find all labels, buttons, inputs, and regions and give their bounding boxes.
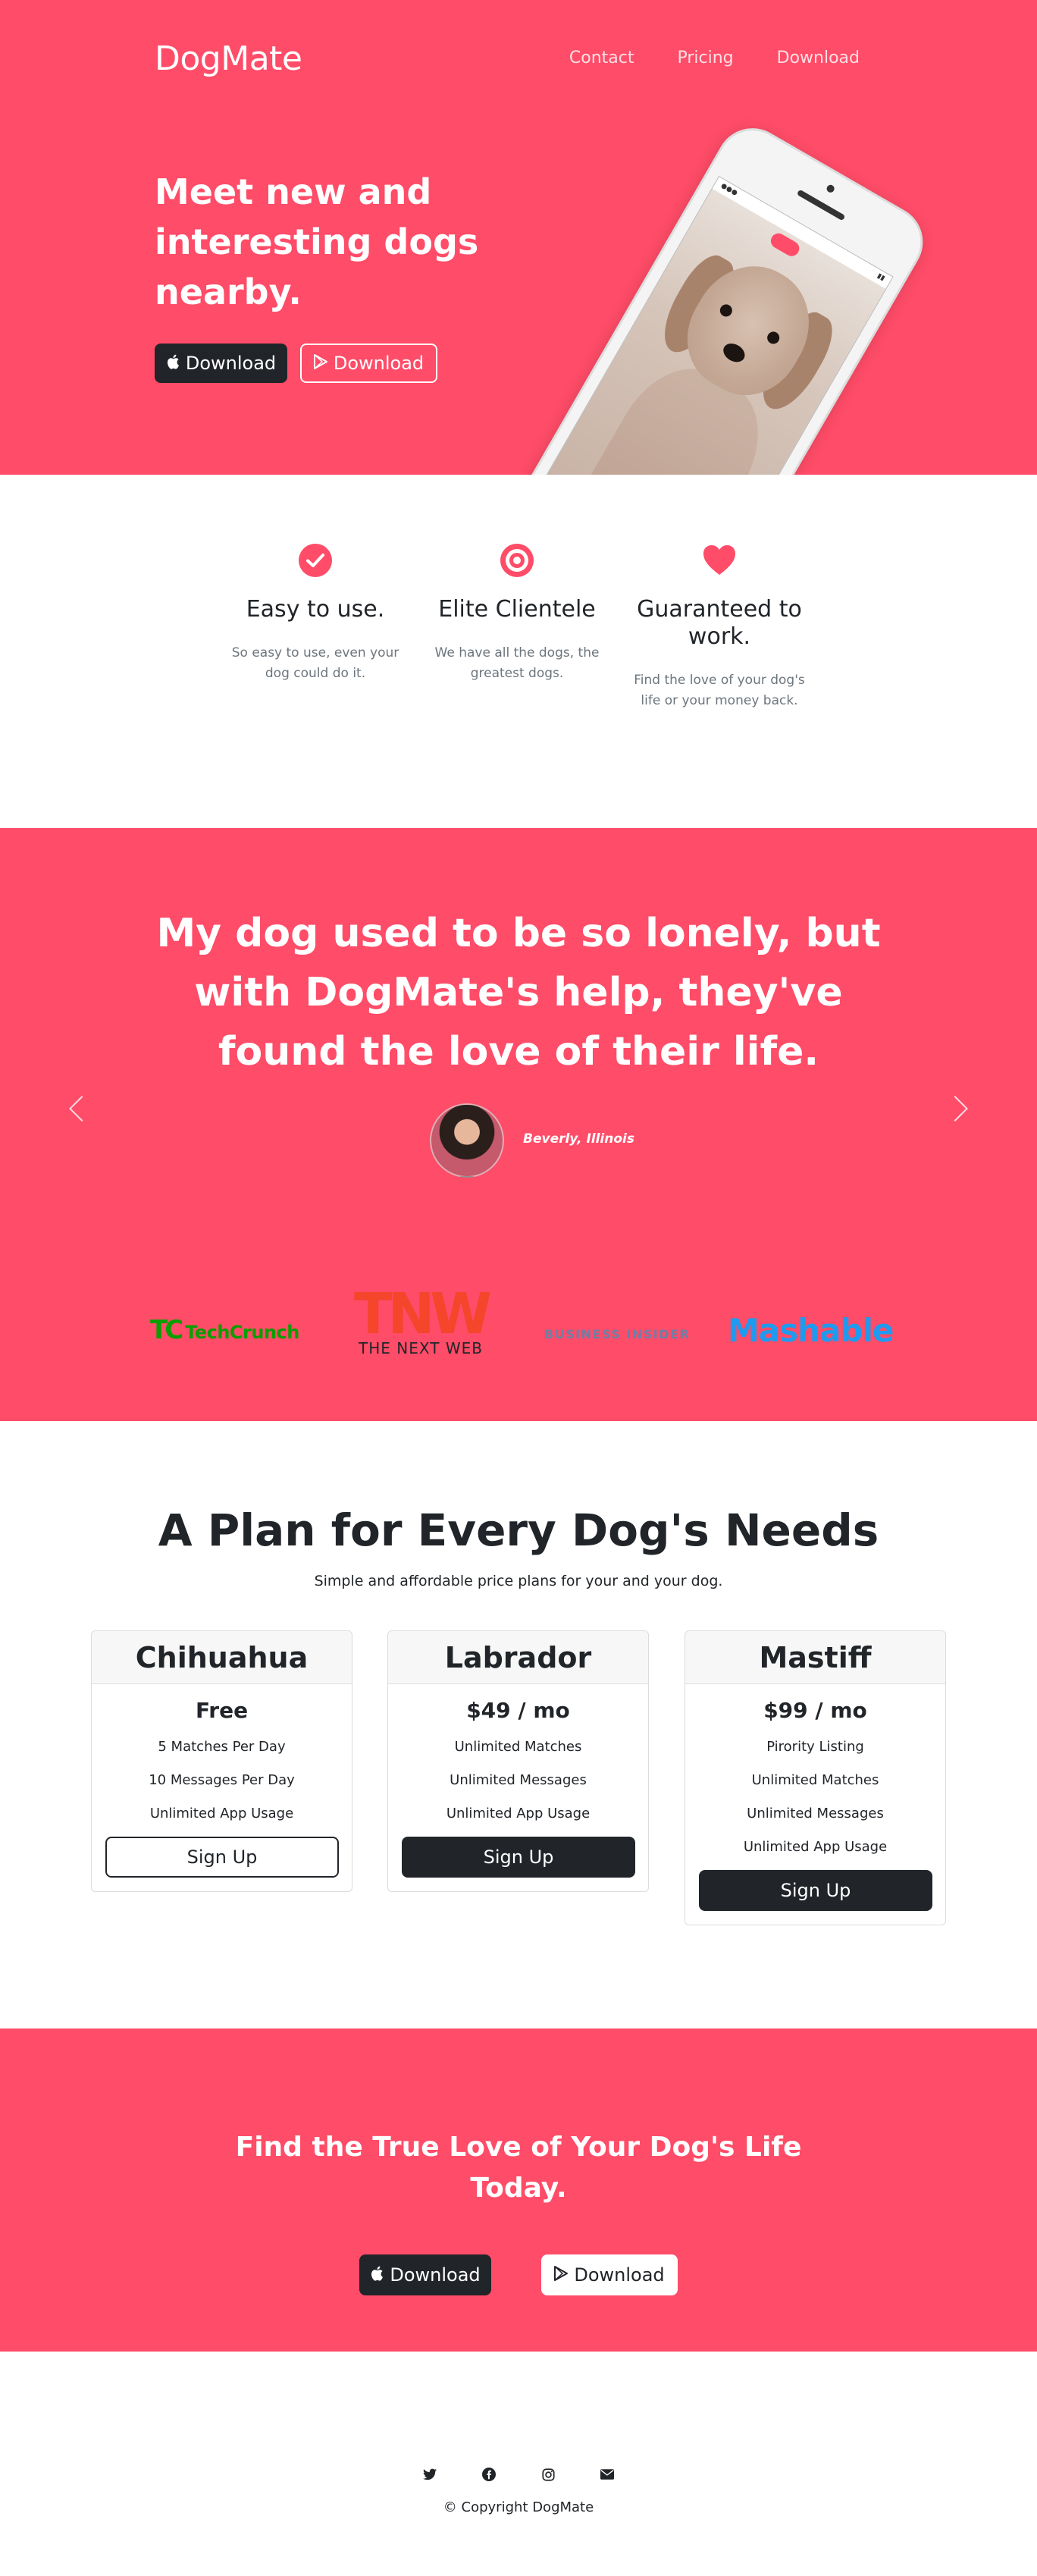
envelope-icon[interactable] <box>600 2467 615 2482</box>
phone-mockup-image: ●●● ▮▮ <box>504 115 936 475</box>
pricing-subtitle: Simple and affordable price plans for yo… <box>314 1573 723 1589</box>
social-links <box>0 2467 1037 2482</box>
plan-price: Free <box>195 1698 249 1723</box>
play-store-icon <box>554 2265 569 2285</box>
plan-price: $99 / mo <box>763 1698 867 1723</box>
feature-text: So easy to use, even your dog could do i… <box>231 645 399 681</box>
plan-name: Labrador <box>388 1631 648 1684</box>
testimonial-section: My dog used to be so lonely, but with Do… <box>0 828 1037 1421</box>
nav-pricing-link[interactable]: Pricing <box>677 49 733 67</box>
plan-feature: 5 Matches Per Day <box>158 1739 286 1755</box>
apple-icon <box>166 354 180 373</box>
feature-title: Elite Clientele <box>438 596 596 623</box>
footer: © Copyright DogMate <box>0 2352 1037 2576</box>
tnw-logo-wordmark: THE NEXT WEB <box>359 1339 483 1357</box>
feature-item: Guaranteed to work. Find the love of you… <box>625 543 814 711</box>
plan-name: Mastiff <box>685 1631 945 1684</box>
plan-price: $49 / mo <box>466 1698 570 1723</box>
cta-app-store-label: Download <box>390 2264 481 2286</box>
checkmark-circle-icon <box>298 543 333 578</box>
testimonial-quote: My dog used to be so lonely, but with Do… <box>156 911 881 1075</box>
techcrunch-mark: TC <box>150 1315 183 1345</box>
features-section: Easy to use. So easy to use, even your d… <box>0 475 1037 828</box>
cta-title: Find the True Love of Your Dog's Life To… <box>235 2132 802 2204</box>
target-icon <box>500 543 534 578</box>
hero-app-store-label: Download <box>185 353 277 374</box>
feature-title: Guaranteed to work. <box>637 596 802 650</box>
cta-google-play-button[interactable]: Download <box>541 2254 678 2295</box>
business-insider-logo: BUSINESS INSIDER <box>544 1327 691 1341</box>
pricing-title: A Plan for Every Dog's Needs <box>158 1504 879 1556</box>
twitter-icon[interactable] <box>422 2467 437 2482</box>
top-nav: Contact Pricing Download <box>526 49 860 67</box>
hero-title: Meet new and interesting dogs nearby. <box>155 171 479 312</box>
nav-download-link[interactable]: Download <box>777 49 860 67</box>
plan-name: Chihuahua <box>92 1631 352 1684</box>
pricing-card-labrador: Labrador $49 / mo Unlimited Matches Unli… <box>387 1630 649 1892</box>
copyright-text: © Copyright DogMate <box>443 2499 594 2515</box>
signup-button[interactable]: Sign Up <box>105 1837 339 1878</box>
feature-item: Elite Clientele We have all the dogs, th… <box>422 543 612 684</box>
dog-photo-eye-right <box>765 329 782 347</box>
plan-feature: Pirority Listing <box>766 1739 864 1755</box>
plan-feature: Unlimited Matches <box>751 1772 879 1788</box>
plan-feature: Unlimited Matches <box>454 1739 582 1755</box>
feature-title: Easy to use. <box>246 596 385 623</box>
apple-icon <box>370 2266 384 2285</box>
feature-item: Easy to use. So easy to use, even your d… <box>221 543 410 684</box>
feature-text: We have all the dogs, the greatest dogs. <box>434 645 600 681</box>
dog-photo-eye-left <box>717 302 735 319</box>
press-logos: TC TechCrunch TNW THE NEXT WEB BUSINESS I… <box>0 1282 1037 1357</box>
pricing-card-mastiff: Mastiff $99 / mo Pirority Listing Unlimi… <box>685 1630 946 1925</box>
hero-app-store-button[interactable]: Download <box>155 344 287 383</box>
plan-feature: Unlimited App Usage <box>446 1806 591 1821</box>
hero-section: DogMate Contact Pricing Download Meet ne… <box>0 0 1037 475</box>
phone-screen: ●●● ▮▮ <box>540 175 894 475</box>
tnw-logo: TNW THE NEXT WEB <box>345 1282 497 1357</box>
pricing-card-chihuahua: Chihuahua Free 5 Matches Per Day 10 Mess… <box>91 1630 352 1892</box>
plan-feature: Unlimited App Usage <box>149 1806 294 1821</box>
signup-button[interactable]: Sign Up <box>699 1870 932 1911</box>
plan-feature: Unlimited Messages <box>450 1772 587 1788</box>
hero-google-play-label: Download <box>333 353 425 374</box>
facebook-icon[interactable] <box>481 2467 497 2482</box>
plan-feature: 10 Messages Per Day <box>149 1772 295 1788</box>
hero-google-play-button[interactable]: Download <box>300 344 437 383</box>
feature-text: Find the love of your dog's life or your… <box>634 673 805 708</box>
signup-button[interactable]: Sign Up <box>402 1837 635 1878</box>
phone-speaker <box>796 189 846 221</box>
cta-google-play-label: Download <box>574 2264 665 2286</box>
plan-feature: Unlimited App Usage <box>743 1839 888 1855</box>
cta-section: Find the True Love of Your Dog's Life To… <box>0 2028 1037 2352</box>
techcrunch-wordmark: TechCrunch <box>185 1322 299 1343</box>
cta-app-store-button[interactable]: Download <box>359 2254 491 2295</box>
pricing-section: A Plan for Every Dog's Needs Simple and … <box>0 1421 1037 2028</box>
play-store-icon <box>313 353 327 373</box>
techcrunch-logo: TC TechCrunch <box>150 1315 299 1345</box>
tnw-logo-mark: TNW <box>353 1282 492 1347</box>
phone-camera <box>825 183 836 194</box>
mashable-logo: Mashable <box>728 1312 894 1349</box>
brand-logo[interactable]: DogMate <box>155 39 302 78</box>
testimonial-avatar <box>430 1103 504 1178</box>
plan-feature: Unlimited Messages <box>747 1806 884 1821</box>
nav-contact-link[interactable]: Contact <box>569 49 634 67</box>
carousel-next-icon[interactable] <box>942 1096 968 1122</box>
carousel-prev-icon[interactable] <box>69 1096 95 1122</box>
heart-icon <box>702 543 737 578</box>
testimonial-author: Beverly, Illinois <box>523 1131 634 1147</box>
instagram-icon[interactable] <box>540 2467 556 2482</box>
